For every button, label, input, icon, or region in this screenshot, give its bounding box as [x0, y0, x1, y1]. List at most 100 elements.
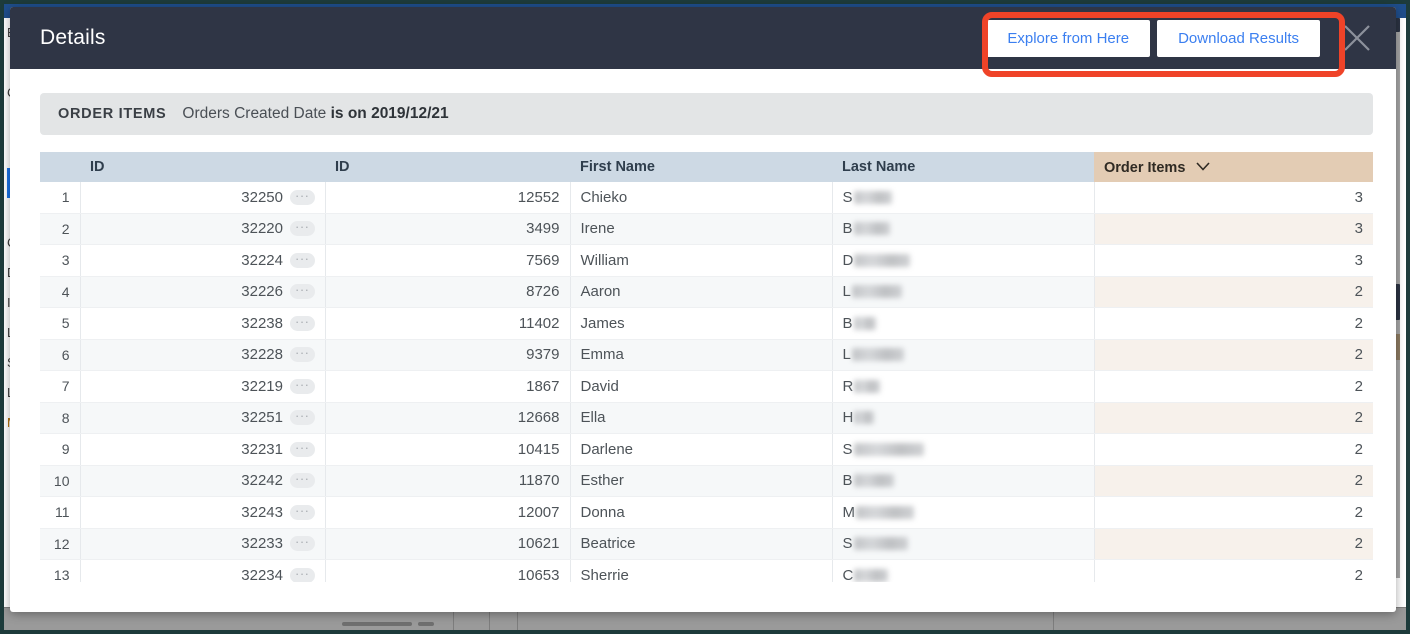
cell-first-name[interactable]: Donna [570, 496, 833, 529]
cell-first-name[interactable]: Aaron [570, 276, 833, 308]
cell-first-name[interactable]: Esther [570, 465, 833, 497]
cell-order-id[interactable]: 32226 ··· [80, 276, 326, 308]
cell-user-id[interactable]: 10653 [325, 559, 571, 582]
row-menu-icon[interactable]: ··· [290, 567, 315, 582]
row-menu-icon[interactable]: ··· [290, 535, 315, 552]
cell-order-items[interactable]: 3 [1094, 244, 1373, 277]
cell-user-id[interactable]: 12668 [325, 402, 571, 434]
row-menu-icon[interactable]: ··· [290, 504, 315, 520]
cell-last-name[interactable]: B [832, 307, 1095, 340]
cell-first-name[interactable]: Sherrie [570, 559, 833, 582]
close-icon[interactable] [1334, 15, 1380, 61]
cell-last-name[interactable]: B [832, 465, 1095, 497]
cell-user-id[interactable]: 9379 [325, 339, 571, 371]
row-menu-icon[interactable]: ··· [290, 283, 315, 300]
column-header-order-id[interactable]: ID [80, 152, 325, 182]
column-header-user-id[interactable]: ID [325, 152, 570, 182]
cell-user-id[interactable]: 12007 [325, 496, 571, 529]
cell-order-items[interactable]: 2 [1094, 433, 1373, 466]
cell-order-id[interactable]: 32219 ··· [80, 370, 326, 403]
cell-order-items[interactable]: 2 [1094, 370, 1373, 403]
cell-order-id[interactable]: 32250 ··· [80, 182, 326, 214]
cell-order-id[interactable]: 32234 ··· [80, 559, 326, 582]
cell-order-items[interactable]: 2 [1094, 496, 1373, 529]
cell-last-name[interactable]: M [832, 496, 1095, 529]
column-header-last-name[interactable]: Last Name [832, 152, 1094, 182]
cell-order-items[interactable]: 2 [1094, 339, 1373, 371]
cell-order-items[interactable]: 2 [1094, 276, 1373, 308]
cell-last-name[interactable]: L [832, 339, 1095, 371]
cell-order-id[interactable]: 32242 ··· [80, 465, 326, 497]
row-menu-icon[interactable]: ··· [290, 252, 315, 268]
results-table-container[interactable]: ID ID First Name Last Name Order Items 1… [40, 152, 1373, 582]
cell-order-items[interactable]: 3 [1094, 213, 1373, 245]
cell-first-name[interactable]: Darlene [570, 433, 833, 466]
row-menu-icon[interactable]: ··· [290, 409, 315, 426]
table-row[interactable]: 4 32226 ··· 8726 Aaron L 2 [40, 276, 1373, 308]
table-row[interactable]: 11 32243 ··· 12007 Donna M 2 [40, 496, 1373, 529]
cell-last-name[interactable]: R [832, 370, 1095, 403]
table-row[interactable]: 7 32219 ··· 1867 David R 2 [40, 370, 1373, 403]
cell-user-id[interactable]: 12552 [325, 182, 571, 214]
cell-user-id[interactable]: 1867 [325, 370, 571, 403]
cell-last-name[interactable]: H [832, 402, 1095, 434]
table-row[interactable]: 5 32238 ··· 11402 James B 2 [40, 307, 1373, 340]
cell-order-items[interactable]: 2 [1094, 465, 1373, 497]
cell-order-id[interactable]: 32251 ··· [80, 402, 326, 434]
cell-last-name[interactable]: C [832, 559, 1095, 582]
cell-user-id[interactable]: 3499 [325, 213, 571, 245]
cell-order-items[interactable]: 2 [1094, 307, 1373, 340]
table-row[interactable]: 12 32233 ··· 10621 Beatrice S 2 [40, 528, 1373, 560]
cell-order-items[interactable]: 2 [1094, 559, 1373, 582]
cell-user-id[interactable]: 7569 [325, 244, 571, 277]
table-row[interactable]: 13 32234 ··· 10653 Sherrie C 2 [40, 559, 1373, 582]
table-row[interactable]: 1 32250 ··· 12552 Chieko S 3 [40, 182, 1373, 214]
row-menu-icon[interactable]: ··· [290, 472, 315, 489]
row-menu-icon[interactable]: ··· [290, 378, 315, 394]
row-menu-icon[interactable]: ··· [290, 346, 315, 363]
cell-first-name[interactable]: William [570, 244, 833, 277]
cell-last-name[interactable]: S [832, 528, 1095, 560]
cell-last-name[interactable]: B [832, 213, 1095, 245]
table-row[interactable]: 3 32224 ··· 7569 William D 3 [40, 244, 1373, 277]
table-row[interactable]: 8 32251 ··· 12668 Ella H 2 [40, 402, 1373, 434]
cell-order-id[interactable]: 32220 ··· [80, 213, 326, 245]
cell-user-id[interactable]: 8726 [325, 276, 571, 308]
cell-user-id[interactable]: 10621 [325, 528, 571, 560]
cell-order-id[interactable]: 32243 ··· [80, 496, 326, 529]
cell-order-items[interactable]: 2 [1094, 528, 1373, 560]
cell-order-items[interactable]: 3 [1094, 182, 1373, 214]
cell-order-id[interactable]: 32231 ··· [80, 433, 326, 466]
column-header-first-name[interactable]: First Name [570, 152, 832, 182]
table-row[interactable]: 9 32231 ··· 10415 Darlene S 2 [40, 433, 1373, 466]
row-menu-icon[interactable]: ··· [290, 315, 315, 331]
row-menu-icon[interactable]: ··· [290, 441, 315, 457]
cell-first-name[interactable]: David [570, 370, 833, 403]
cell-user-id[interactable]: 11870 [325, 465, 571, 497]
row-menu-icon[interactable]: ··· [290, 220, 315, 237]
cell-user-id[interactable]: 11402 [325, 307, 571, 340]
cell-last-name[interactable]: D [832, 244, 1095, 277]
cell-order-id[interactable]: 32224 ··· [80, 244, 326, 277]
table-row[interactable]: 2 32220 ··· 3499 Irene B 3 [40, 213, 1373, 245]
explore-from-here-button[interactable]: Explore from Here [986, 19, 1151, 57]
cell-order-id[interactable]: 32228 ··· [80, 339, 326, 371]
cell-last-name[interactable]: S [832, 182, 1095, 214]
table-row[interactable]: 10 32242 ··· 11870 Esther B 2 [40, 465, 1373, 497]
cell-first-name[interactable]: Emma [570, 339, 833, 371]
table-row[interactable]: 6 32228 ··· 9379 Emma L 2 [40, 339, 1373, 371]
cell-user-id[interactable]: 10415 [325, 433, 571, 466]
download-results-button[interactable]: Download Results [1157, 19, 1320, 57]
cell-first-name[interactable]: Beatrice [570, 528, 833, 560]
row-menu-icon[interactable]: ··· [290, 189, 315, 205]
cell-first-name[interactable]: Irene [570, 213, 833, 245]
cell-order-items[interactable]: 2 [1094, 402, 1373, 434]
cell-first-name[interactable]: Ella [570, 402, 833, 434]
cell-last-name[interactable]: S [832, 433, 1095, 466]
cell-last-name[interactable]: L [832, 276, 1095, 308]
cell-first-name[interactable]: Chieko [570, 182, 833, 214]
cell-first-name[interactable]: James [570, 307, 833, 340]
cell-order-id[interactable]: 32233 ··· [80, 528, 326, 560]
column-header-order-items[interactable]: Order Items [1094, 152, 1373, 182]
cell-order-id[interactable]: 32238 ··· [80, 307, 326, 340]
